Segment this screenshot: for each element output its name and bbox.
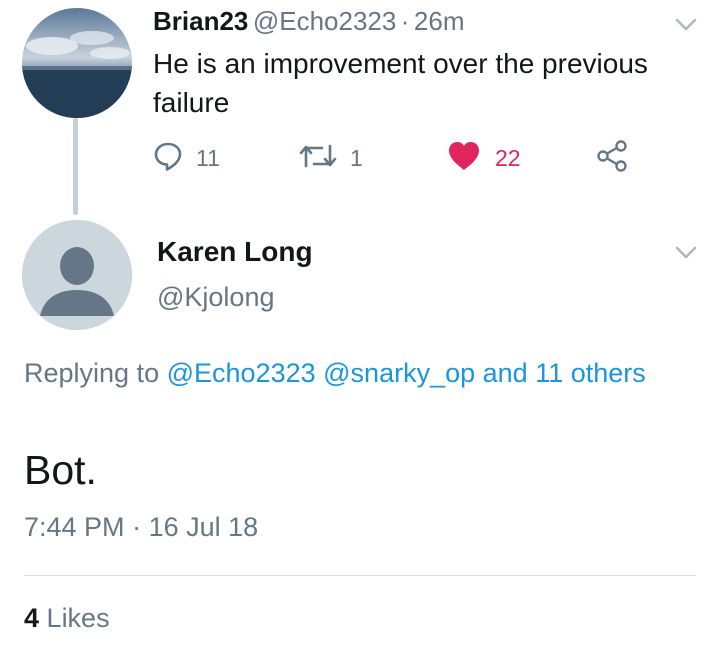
reply-button[interactable]: 11: [152, 140, 220, 176]
share-icon: [595, 139, 629, 178]
mention-link[interactable]: @Echo2323: [167, 358, 316, 388]
like-button[interactable]: 22: [447, 140, 521, 176]
replying-prefix: Replying to: [24, 358, 160, 388]
tweet-time[interactable]: 26m: [414, 6, 465, 36]
retweet-button[interactable]: 1: [298, 140, 363, 176]
heart-icon: [447, 140, 481, 177]
tweet-text: He is an improvement over the previous f…: [153, 48, 648, 118]
retweet-icon: [298, 140, 338, 177]
author-name[interactable]: Brian23: [153, 6, 248, 36]
tweet-header: Brian23 @Echo2323 · 26m: [153, 6, 465, 37]
share-button[interactable]: [595, 139, 629, 178]
mention-link[interactable]: @snarky_op: [323, 358, 475, 388]
avatar[interactable]: [22, 220, 132, 330]
likes-summary[interactable]: 4 Likes: [24, 603, 110, 634]
author-handle[interactable]: @Kjolong: [157, 282, 274, 313]
retweet-count: 1: [350, 144, 363, 171]
reply-count: 11: [196, 144, 220, 171]
author-handle[interactable]: @Echo2323: [253, 6, 397, 36]
tweet-time: 7:44 PM: [24, 512, 125, 542]
avatar[interactable]: [22, 8, 132, 118]
likes-count: 4: [24, 603, 40, 633]
tweet-timestamp: 7:44 PM · 16 Jul 18: [24, 512, 258, 543]
default-avatar-icon: [22, 220, 132, 330]
tweet-text: Bot.: [24, 447, 97, 493]
chevron-down-icon[interactable]: [675, 246, 697, 265]
thread-line: [73, 118, 78, 215]
others-link[interactable]: and 11 others: [483, 358, 646, 388]
divider: [24, 575, 696, 576]
tweet-date: 16 Jul 18: [148, 512, 259, 542]
separator: ·: [400, 6, 410, 36]
likes-label: Likes: [46, 603, 110, 633]
chevron-down-icon[interactable]: [675, 18, 697, 37]
separator: ·: [132, 512, 142, 542]
replying-to: Replying to @Echo2323 @snarky_op and 11 …: [24, 354, 664, 392]
author-name[interactable]: Karen Long: [157, 236, 313, 268]
reply-icon: [152, 140, 184, 177]
like-count: 22: [495, 144, 521, 171]
